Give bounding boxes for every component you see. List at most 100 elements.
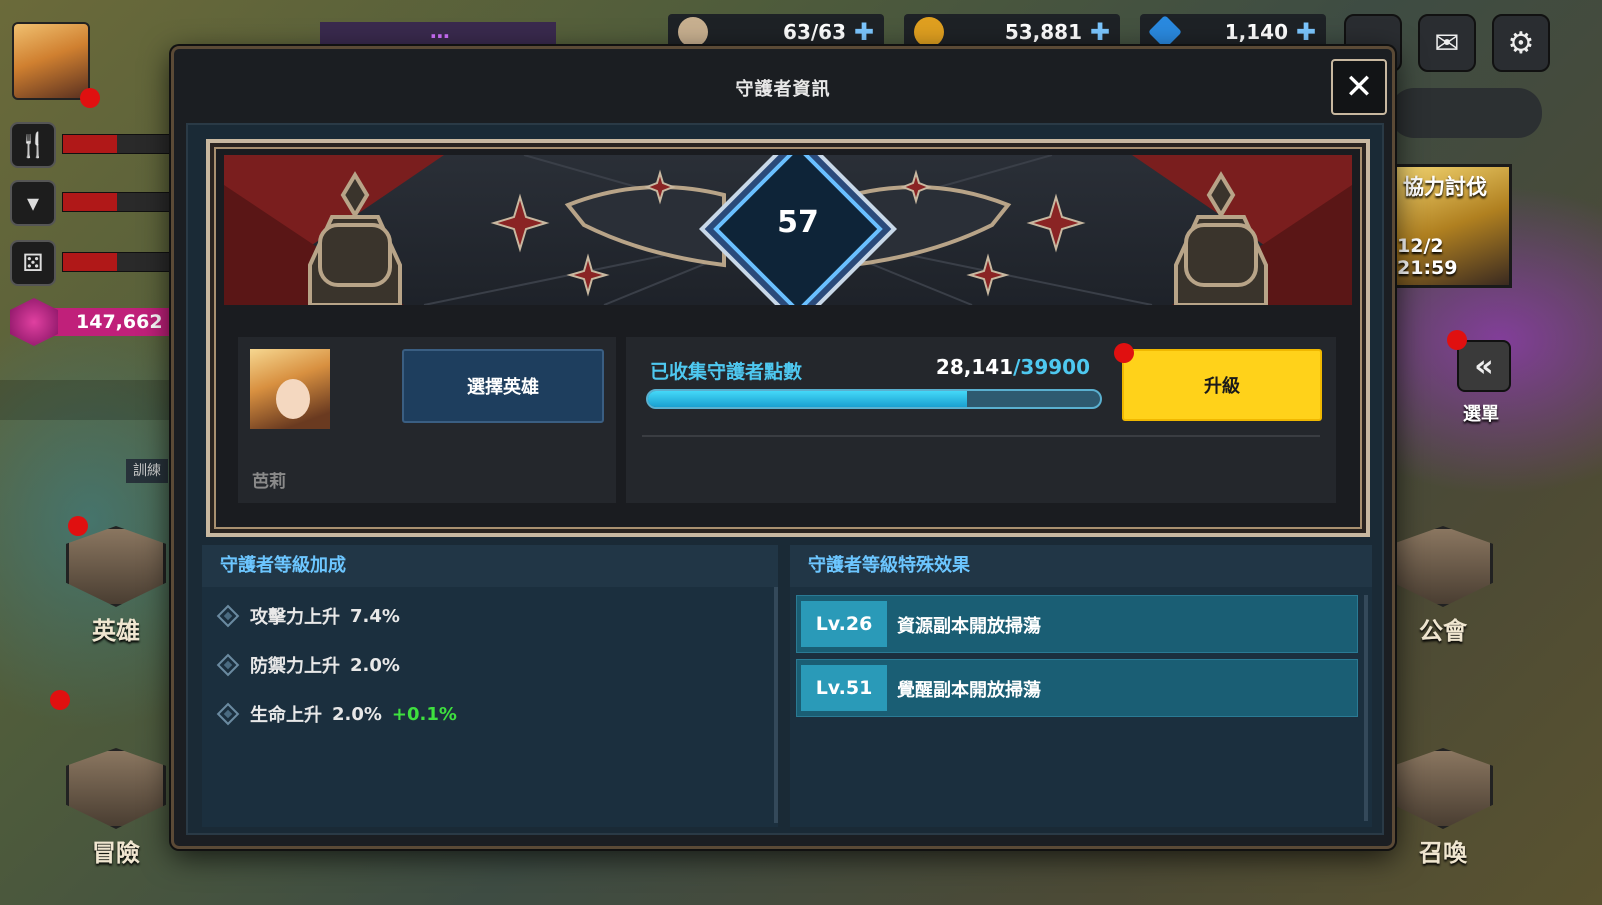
bonus-label: 防禦力上升 bbox=[250, 656, 340, 677]
background-stripe bbox=[0, 380, 200, 420]
special-effect-panel: 守護者等級特殊效果 Lv.26 資源副本開放掃蕩 Lv.51 覺醒副本開放掃蕩 bbox=[790, 545, 1372, 827]
gear-icon: ⚙ bbox=[1507, 25, 1535, 61]
guild-menu-label: 公會 bbox=[1419, 617, 1467, 645]
modal-content: 57 選擇英雄 芭莉 已收集守護者點數 28,141/39900 升級 守護者等… bbox=[186, 123, 1384, 835]
diamond-icon bbox=[1148, 15, 1182, 49]
level-bonus-panel: 守護者等級加成 攻擊力上升 7.4% 防禦力上升 2.0% 生命上升 2.0% … bbox=[202, 545, 778, 827]
hero-name: 芭莉 bbox=[252, 472, 286, 492]
hero-notification-dot bbox=[68, 516, 88, 536]
mail-icon: ✉ bbox=[1434, 25, 1460, 61]
diamond-bullet-icon bbox=[216, 604, 240, 628]
points-max: /39900 bbox=[1013, 355, 1090, 379]
guardian-info-modal: 守護者資訊 ✕ 57 選擇英雄 芭莉 已收集守護者點數 28,141/39900… bbox=[171, 46, 1395, 849]
adventure-menu-button[interactable]: 冒險 bbox=[56, 748, 176, 868]
hero-panel: 選擇英雄 芭莉 bbox=[238, 337, 616, 503]
food-stat: 🍴 bbox=[10, 122, 172, 168]
gold-value: 53,881 bbox=[1004, 20, 1082, 44]
raid-event-card[interactable]: 協力討伐 12/2 21:59 bbox=[1392, 164, 1512, 288]
dice-bar bbox=[62, 252, 172, 272]
points-divider bbox=[642, 435, 1320, 437]
settings-button[interactable]: ⚙ bbox=[1492, 14, 1550, 72]
player-avatar[interactable] bbox=[12, 22, 90, 100]
hero-portrait[interactable] bbox=[250, 349, 330, 429]
close-button[interactable]: ✕ bbox=[1331, 59, 1387, 115]
gem-icon bbox=[10, 298, 58, 346]
level-bonus-title: 守護者等級加成 bbox=[202, 545, 778, 587]
guardian-level: 57 bbox=[777, 205, 819, 240]
raid-time: 12/2 21:59 bbox=[1397, 235, 1458, 279]
menu-label: 選單 bbox=[1463, 404, 1499, 425]
guardian-frame: 57 選擇英雄 芭莉 已收集守護者點數 28,141/39900 升級 bbox=[206, 139, 1370, 537]
effect-text: 資源副本開放掃蕩 bbox=[897, 616, 1041, 637]
effect-row: Lv.51 覺醒副本開放掃蕩 bbox=[796, 659, 1358, 717]
food-bar bbox=[62, 134, 172, 154]
stamina-resource[interactable]: 63/63 ✚ bbox=[668, 14, 884, 50]
bonus-value: 7.4% bbox=[350, 605, 400, 627]
stamina-plus-icon[interactable]: ✚ bbox=[854, 18, 874, 46]
close-icon: ✕ bbox=[1344, 67, 1374, 107]
points-progress-fill bbox=[648, 391, 967, 407]
adventure-notification-dot bbox=[50, 690, 70, 710]
diamond-bullet-icon bbox=[216, 702, 240, 726]
gold-resource[interactable]: 53,881 ✚ bbox=[904, 14, 1120, 50]
effect-text: 覺醒副本開放掃蕩 bbox=[897, 680, 1041, 701]
bonus-label: 攻擊力上升 bbox=[250, 607, 340, 628]
tower-emblem-icon bbox=[1393, 526, 1493, 607]
bonus-value: 2.0% bbox=[350, 654, 400, 676]
bonus-label: 生命上升 bbox=[250, 705, 322, 726]
gold-plus-icon[interactable]: ✚ bbox=[1090, 18, 1110, 46]
hero-face bbox=[276, 379, 310, 419]
summon-menu-label: 召喚 bbox=[1419, 839, 1467, 867]
modal-title: 守護者資訊 bbox=[735, 79, 831, 100]
diamond-resource[interactable]: 1,140 ✚ bbox=[1140, 14, 1326, 50]
guardian-banner: 57 bbox=[224, 155, 1352, 305]
menu-button[interactable]: « bbox=[1457, 340, 1511, 392]
drink-bar bbox=[62, 192, 172, 212]
select-hero-button[interactable]: 選擇英雄 bbox=[402, 349, 604, 423]
gem-counter: 147,662 bbox=[10, 298, 178, 346]
dice-icon: ⚄ bbox=[10, 240, 56, 286]
diamond-value: 1,140 bbox=[1224, 20, 1288, 44]
diamond-bullet-icon bbox=[216, 653, 240, 677]
hero-menu-button[interactable]: 英雄 bbox=[56, 526, 176, 646]
compass-emblem-icon bbox=[66, 748, 166, 829]
points-label: 已收集守護者點數 bbox=[650, 361, 803, 383]
effect-level: Lv.51 bbox=[801, 665, 887, 711]
raid-title: 協力討伐 bbox=[1403, 175, 1487, 199]
effect-scrollbar[interactable] bbox=[1364, 595, 1368, 821]
star-box-emblem-icon bbox=[1393, 748, 1493, 829]
bonus-increase: +0.1% bbox=[391, 703, 457, 725]
coffee-icon bbox=[678, 17, 708, 47]
adventure-menu-label: 冒險 bbox=[92, 839, 140, 867]
dice-stat: ⚄ bbox=[10, 240, 172, 286]
avatar-notification-dot bbox=[80, 88, 100, 108]
points-value: 28,141/39900 bbox=[936, 355, 1090, 379]
double-chevron-left-icon: « bbox=[1474, 348, 1494, 384]
bonus-value: 2.0% bbox=[332, 703, 382, 725]
chat-pill[interactable] bbox=[1390, 88, 1542, 138]
coin-icon bbox=[914, 17, 944, 47]
special-effect-title: 守護者等級特殊效果 bbox=[790, 545, 1372, 587]
mail-button[interactable]: ✉ bbox=[1418, 14, 1476, 72]
upgrade-button[interactable]: 升級 bbox=[1122, 349, 1322, 421]
drink-stat: ▾ bbox=[10, 180, 172, 226]
cup-icon: ▾ bbox=[10, 180, 56, 226]
points-current: 28,141 bbox=[935, 355, 1014, 379]
diamond-plus-icon[interactable]: ✚ bbox=[1296, 18, 1316, 46]
gem-count-value: 147,662 bbox=[50, 308, 178, 336]
points-progress-bar bbox=[646, 389, 1102, 409]
hp-bonus-row: 生命上升 2.0% +0.1% bbox=[216, 699, 457, 729]
summon-menu-button[interactable]: 召喚 bbox=[1383, 748, 1503, 868]
bonus-scrollbar[interactable] bbox=[774, 587, 778, 823]
defense-bonus-row: 防禦力上升 2.0% bbox=[216, 650, 400, 680]
guild-menu-button[interactable]: 公會 bbox=[1383, 526, 1503, 646]
attack-bonus-row: 攻擊力上升 7.4% bbox=[216, 601, 400, 631]
effect-row: Lv.26 資源副本開放掃蕩 bbox=[796, 595, 1358, 653]
stamina-value: 63/63 bbox=[783, 20, 846, 44]
effect-level: Lv.26 bbox=[801, 601, 887, 647]
train-tag[interactable]: 訓練 bbox=[126, 459, 168, 483]
menu-notification-dot bbox=[1447, 330, 1467, 350]
fork-knife-icon: 🍴 bbox=[10, 122, 56, 168]
guardian-points-panel: 已收集守護者點數 28,141/39900 升級 bbox=[626, 337, 1336, 503]
hero-menu-label: 英雄 bbox=[92, 617, 140, 645]
